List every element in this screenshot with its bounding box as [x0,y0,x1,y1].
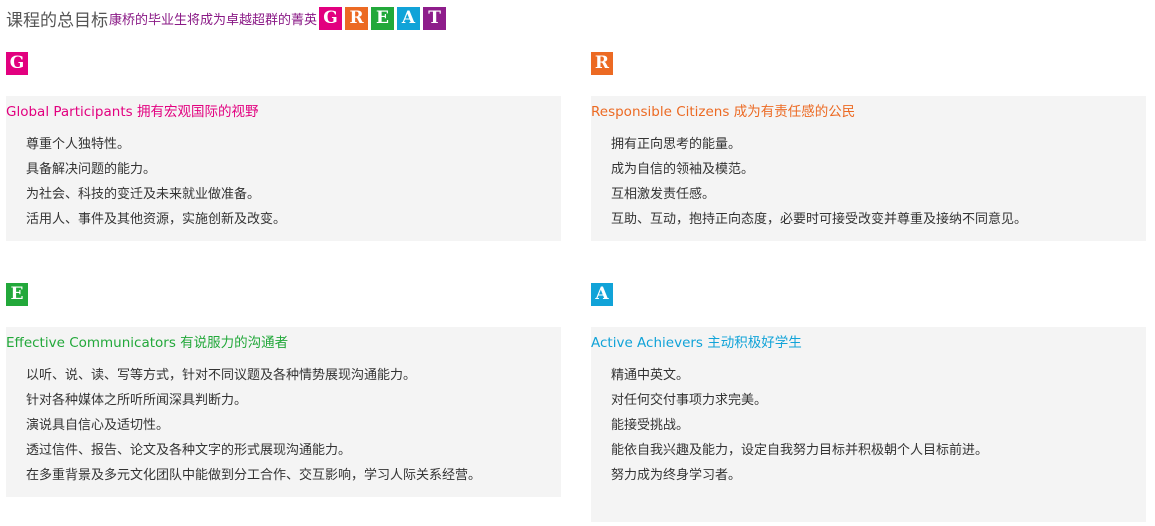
list-item: 尊重个人独特性。 [26,137,131,152]
section-title: Responsible Citizens 成为有责任感的公民 [591,104,856,120]
list-item: 为社会、科技的变迁及未来就业做准备。 [26,187,261,202]
page-header: 课程的总目标 康桥的毕业生将成为卓越超群的菁英 G R E A T [6,5,449,31]
list-item: 在多重背景及多元文化团队中能做到分工合作、交互影响，学习人际关系经营。 [26,468,482,483]
list-item: 透过信件、报告、论文及各种文字的形式展现沟通能力。 [26,443,352,458]
section-active-achievers: Active Achievers 主动积极好学生 精通中英文。 对任何交付事项力… [591,327,1146,522]
page-title: 课程的总目标 [6,10,108,31]
list-item: 演说具自信心及适切性。 [26,418,170,433]
letter-r-icon: R [591,52,613,75]
letter-a-icon: A [591,283,613,306]
great-letter-e-icon: E [371,6,395,30]
list-item: 以听、说、读、写等方式，针对不同议题及各种情势展现沟通能力。 [26,368,417,383]
letter-e-icon: E [6,283,28,306]
list-item: 互相激发责任感。 [611,187,716,202]
section-title: Effective Communicators 有说服力的沟通者 [6,335,289,351]
list-item: 活用人、事件及其他资源，实施创新及改变。 [26,212,287,227]
section-title: Global Participants 拥有宏观国际的视野 [6,104,259,120]
list-item: 能依自我兴趣及能力，设定自我努力目标并积极朝个人目标前进。 [611,443,989,458]
list-item: 精通中英文。 [611,368,690,383]
section-title: Active Achievers 主动积极好学生 [591,335,802,351]
goal-list: 以听、说、读、写等方式，针对不同议题及各种情势展现沟通能力。 针对各种媒体之所听… [26,363,481,488]
list-item: 对任何交付事项力求完美。 [611,393,768,408]
page-subtitle: 康桥的毕业生将成为卓越超群的菁英 [109,12,318,28]
list-item: 互助、互动，抱持正向态度，必要时可接受改变并尊重及接纳不同意见。 [611,212,1028,227]
list-item: 针对各种媒体之所听所闻深具判断力。 [26,393,248,408]
section-responsible-citizens: Responsible Citizens 成为有责任感的公民 拥有正向思考的能量… [591,96,1146,241]
letter-g-icon: G [6,52,28,75]
great-letter-a-icon: A [397,6,421,30]
section-global-participants: Global Participants 拥有宏观国际的视野 尊重个人独特性。 具… [6,96,561,241]
great-letter-t-icon: T [423,6,447,30]
list-item: 具备解决问题的能力。 [26,162,157,177]
section-effective-communicators: Effective Communicators 有说服力的沟通者 以听、说、读、… [6,327,561,497]
great-letter-r-icon: R [345,6,369,30]
great-letter-g-icon: G [319,6,343,30]
list-item: 能接受挑战。 [611,418,690,433]
list-item: 努力成为终身学习者。 [611,468,742,483]
goal-list: 尊重个人独特性。 具备解决问题的能力。 为社会、科技的变迁及未来就业做准备。 活… [26,132,286,232]
list-item: 成为自信的领袖及模范。 [611,162,755,177]
goal-list: 拥有正向思考的能量。 成为自信的领袖及模范。 互相激发责任感。 互助、互动，抱持… [611,132,1027,232]
goal-list: 精通中英文。 对任何交付事项力求完美。 能接受挑战。 能依自我兴趣及能力，设定自… [611,363,988,488]
list-item: 拥有正向思考的能量。 [611,137,742,152]
